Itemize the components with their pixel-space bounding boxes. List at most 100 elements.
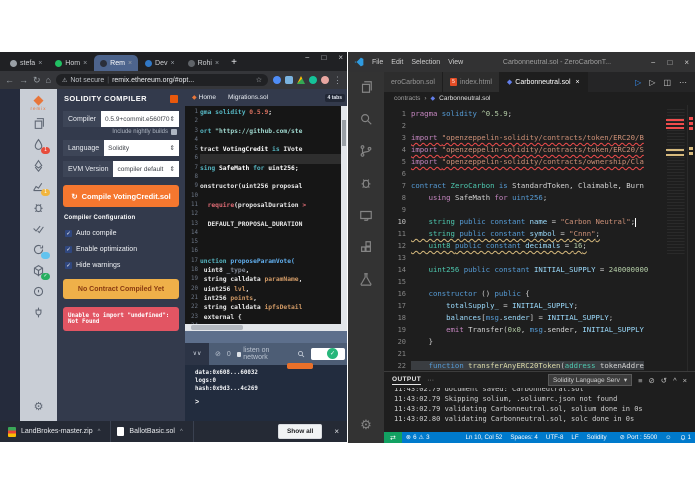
tab-close-icon[interactable]: × xyxy=(38,60,42,67)
panel-more-icon[interactable]: ··· xyxy=(427,377,434,384)
listen-network-checkbox[interactable] xyxy=(236,351,242,357)
test-beaker-icon[interactable] xyxy=(359,272,373,291)
tab-home[interactable]: ◆ Home xyxy=(187,92,221,103)
remote-icon[interactable] xyxy=(359,208,373,227)
panel-close-icon[interactable]: × xyxy=(683,376,687,385)
cursor-position[interactable]: Ln 10, Col 52 xyxy=(462,434,507,441)
download-menu-caret[interactable]: ^ xyxy=(180,429,183,435)
output-channel-select[interactable]: Solidity Language Serv ▾ xyxy=(547,374,633,386)
tab-close-icon[interactable]: × xyxy=(170,60,174,67)
terminal-prompt[interactable]: > xyxy=(195,399,347,406)
back-button[interactable]: ← xyxy=(5,75,14,85)
panel-collapse-icon[interactable]: ^ xyxy=(673,376,677,385)
extensions-icon[interactable] xyxy=(359,240,373,259)
debugger-icon[interactable] xyxy=(32,201,45,214)
nightly-builds-checkbox[interactable] xyxy=(171,129,177,135)
tab-close-icon[interactable]: × xyxy=(128,60,132,67)
checkbox-hide-warnings[interactable]: ✓ Hide warnings xyxy=(65,262,177,269)
overview-ruler[interactable] xyxy=(687,105,695,371)
language-mode[interactable]: Solidity xyxy=(583,434,611,441)
editor-tab-index-html[interactable]: 5 index.html xyxy=(442,72,500,92)
terminal-expand-icon[interactable]: ∨∨ xyxy=(185,343,209,365)
settings-icon[interactable]: ⚙ xyxy=(34,402,44,413)
editor-tab-carbonneutral-sol[interactable]: ◆ Carbonneutral.sol × xyxy=(499,72,588,92)
remix-horizontal-scrollbar[interactable] xyxy=(185,324,347,331)
downloads-bar-close-icon[interactable]: × xyxy=(334,427,339,436)
explorer-icon[interactable] xyxy=(359,80,373,99)
download-item[interactable]: LandBrokes-master.zip ^ xyxy=(8,421,112,442)
static-analysis-icon[interactable] xyxy=(32,243,50,259)
remix-code-editor[interactable]: 1234567891011121314151617181920212223242… xyxy=(185,106,347,324)
live-server-port[interactable]: ⊘ Port : 5500 xyxy=(616,434,661,441)
chrome-minimize-button[interactable]: − xyxy=(305,53,310,62)
search-icon[interactable] xyxy=(359,112,373,131)
source-control-icon[interactable] xyxy=(359,144,373,163)
encoding-setting[interactable]: UTF-8 xyxy=(542,434,568,441)
notifications-bell[interactable]: 1 xyxy=(676,434,695,441)
plugin-manager-icon[interactable] xyxy=(32,306,45,319)
blue-extension-icon[interactable] xyxy=(273,76,281,84)
checkbox-enable-optimization[interactable]: ✓ Enable optimization xyxy=(65,246,177,253)
tabs-count-badge[interactable]: 4 tabs xyxy=(324,93,345,102)
deploy-run-icon[interactable] xyxy=(32,159,45,172)
tab-migrations-sol[interactable]: Migrations.sol xyxy=(223,92,273,103)
unit-testing-icon[interactable] xyxy=(32,222,45,235)
tab-close-icon[interactable]: × xyxy=(215,60,219,67)
evm-version-select[interactable]: compiler default ⇕ xyxy=(113,161,179,177)
debug-start-icon[interactable]: ▷ xyxy=(635,78,641,87)
output-log[interactable]: 11:43:02.79 document saved: Carbonneutra… xyxy=(384,388,695,432)
terminal-output[interactable]: data:0x608...60032 logs:0 hash:0x9d3...4c2… xyxy=(185,363,347,421)
plugin-box-icon[interactable]: ✓ xyxy=(32,264,50,280)
menu-view[interactable]: View xyxy=(448,59,463,66)
vscode-maximize-button[interactable]: □ xyxy=(667,58,672,67)
chrome-menu-icon[interactable]: ⋮ xyxy=(333,75,342,85)
lock-scroll-icon[interactable]: ⊘ xyxy=(648,376,654,385)
docs-book-icon[interactable] xyxy=(170,94,178,103)
problems-indicator[interactable]: ⊗ 6 ⚠ 3 xyxy=(402,434,434,441)
browser-tab-dev[interactable]: Dev × xyxy=(139,55,181,71)
forward-button[interactable]: → xyxy=(19,75,28,85)
new-tab-button[interactable]: + xyxy=(231,57,237,68)
compiler-version-select[interactable]: 0.5.9+commit.e560f70 ⇕ xyxy=(101,111,179,127)
settings-gear-icon[interactable]: ⚙ xyxy=(360,417,372,433)
remix-vertical-scrollbar[interactable] xyxy=(341,106,347,324)
reload-button[interactable]: ↻ xyxy=(33,75,41,85)
analysis-icon[interactable]: 1 xyxy=(32,180,50,196)
minimap[interactable] xyxy=(665,105,687,371)
solidity-compiler-icon[interactable]: 1 xyxy=(32,138,50,154)
bookmark-star-icon[interactable]: ☆ xyxy=(256,76,262,84)
browser-tab-hom[interactable]: Hom × xyxy=(49,55,93,71)
tab-close-icon[interactable]: × xyxy=(576,79,580,86)
breadcrumb[interactable]: contracts › ◆ Carbonneutral.sol xyxy=(384,92,695,105)
file-explorer-icon[interactable] xyxy=(32,117,45,130)
grammarly-floating-icon[interactable]: ✓ xyxy=(327,348,338,359)
breadcrumb-folder[interactable]: contracts xyxy=(394,95,420,102)
editor-tab-erocarbon-sol[interactable]: eroCarbon.sol xyxy=(384,72,443,92)
download-menu-caret[interactable]: ^ xyxy=(98,429,101,435)
output-tab[interactable]: OUTPUT xyxy=(392,376,422,385)
chrome-close-button[interactable]: × xyxy=(338,53,343,62)
feedback-smiley-icon[interactable]: ☺ xyxy=(661,434,675,441)
indentation-setting[interactable]: Spaces: 4 xyxy=(506,434,542,441)
terminal-search-icon[interactable] xyxy=(297,350,305,358)
tab-close-icon[interactable]: × xyxy=(83,60,87,67)
browser-tab-rohi[interactable]: Rohi × xyxy=(182,55,226,71)
download-item[interactable]: BallotBasic.sol ^ xyxy=(117,421,194,442)
menu-selection[interactable]: Selection xyxy=(411,59,440,66)
language-select[interactable]: Solidity ⇕ xyxy=(104,140,179,156)
support-icon[interactable] xyxy=(32,285,45,298)
vscode-close-button[interactable]: × xyxy=(684,58,689,67)
menu-file[interactable]: File xyxy=(372,59,383,66)
address-bar[interactable]: ⚠ Not secure | remix.ethereum.org/#opt..… xyxy=(55,74,268,86)
grammarly-icon[interactable] xyxy=(309,76,317,84)
menu-edit[interactable]: Edit xyxy=(391,59,403,66)
vscode-minimize-button[interactable]: − xyxy=(651,58,656,67)
windows-extension-icon[interactable] xyxy=(285,76,293,84)
checkbox-auto-compile[interactable]: ✓ Auto compile xyxy=(65,230,177,237)
split-editor-icon[interactable]: ◫ xyxy=(663,78,671,87)
show-all-downloads-button[interactable]: Show all xyxy=(277,424,323,439)
browser-tab-stefa[interactable]: stefa × xyxy=(4,55,48,71)
run-icon[interactable]: ▷ xyxy=(649,78,655,87)
drive-icon[interactable] xyxy=(297,76,305,84)
terminal-drag-handle[interactable] xyxy=(185,331,347,343)
